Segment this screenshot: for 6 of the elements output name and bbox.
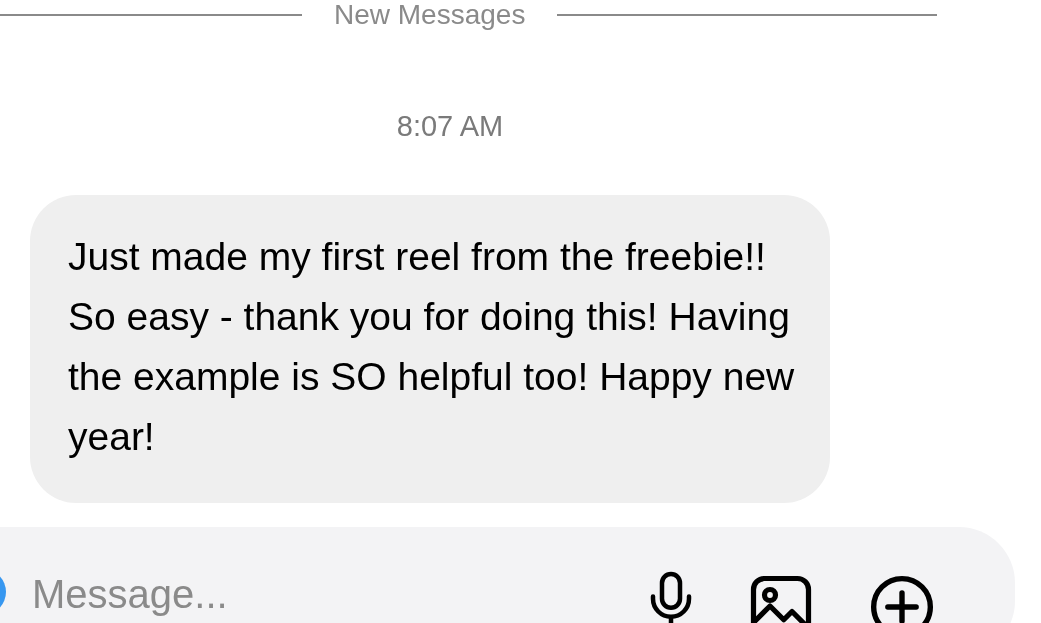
message-bubble: Just made my first reel from the freebie!! So easy - thank you for doing this! Having the example is SO helpful too! Happy new year! [30, 195, 830, 503]
image-icon[interactable] [748, 573, 814, 623]
message-input[interactable]: Message... [32, 569, 592, 619]
message-composer[interactable]: Message... [0, 527, 1015, 623]
timestamp: 8:07 AM [396, 112, 504, 141]
new-messages-label: New Messages [334, 1, 526, 29]
